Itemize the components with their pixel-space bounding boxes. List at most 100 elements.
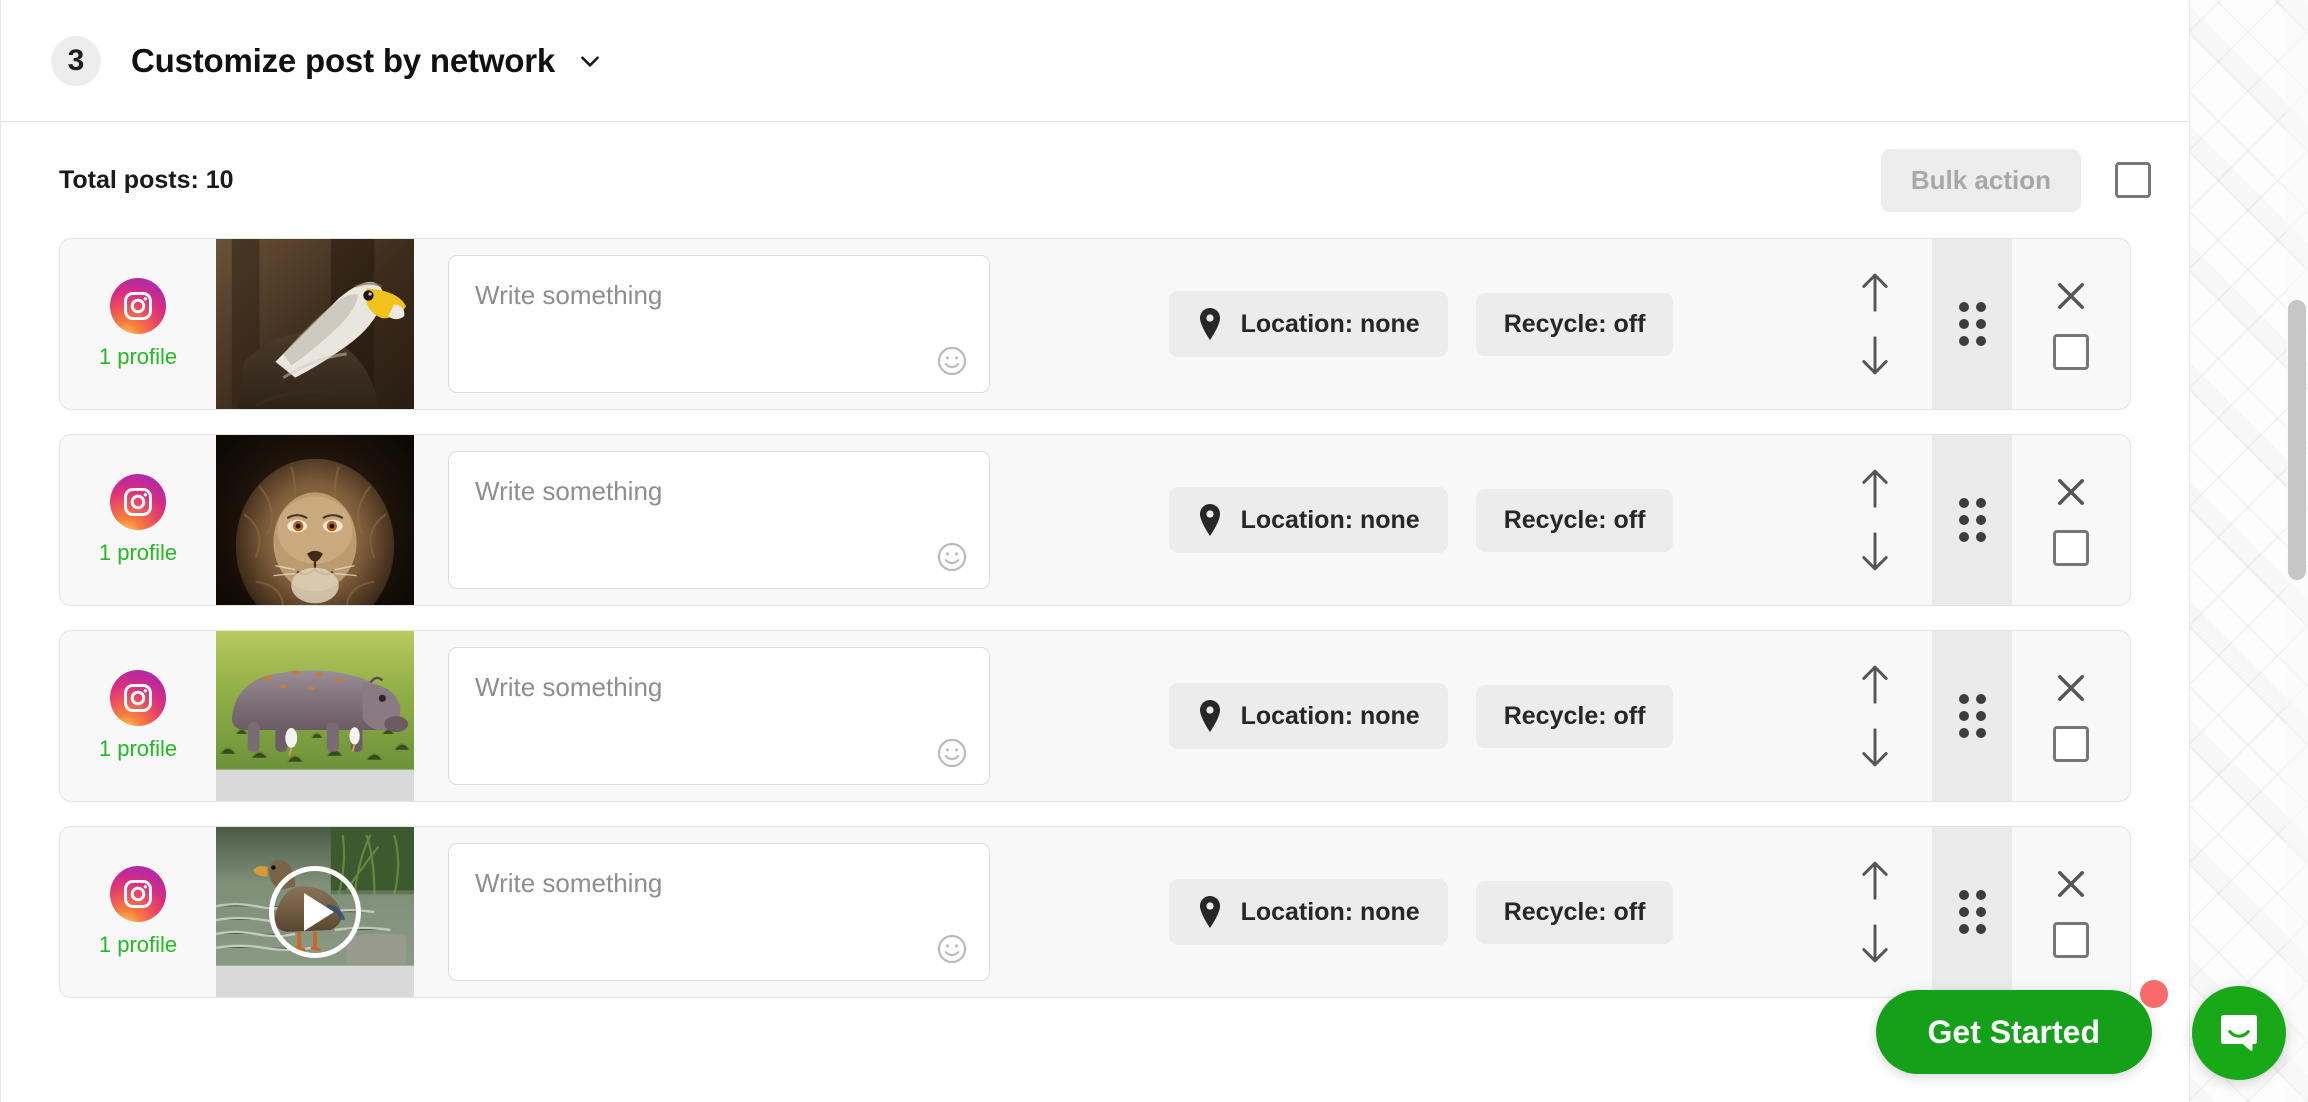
media-thumbnail[interactable]	[216, 827, 414, 997]
recycle-button[interactable]: Recycle: off	[1475, 880, 1674, 944]
recycle-button[interactable]: Recycle: off	[1475, 684, 1674, 748]
recycle-label: Recycle: off	[1503, 701, 1646, 730]
row-select-checkbox[interactable]	[2053, 530, 2089, 566]
get-started-button[interactable]: Get Started	[1875, 990, 2152, 1074]
arrow-up-icon[interactable]	[1858, 859, 1892, 901]
intercom-chat-icon	[2221, 1015, 2257, 1051]
recycle-label: Recycle: off	[1503, 897, 1646, 926]
profile-count-label: 1 profile	[98, 344, 178, 369]
caption-placeholder: Write something	[475, 280, 663, 310]
table-row: 1 profile Write something Location: none…	[59, 238, 2131, 410]
map-pin-icon	[1197, 700, 1223, 732]
row-select-checkbox[interactable]	[2053, 922, 2089, 958]
close-x-icon[interactable]	[2053, 670, 2089, 706]
reorder-arrows	[1818, 435, 1932, 605]
arrow-down-icon[interactable]	[1858, 531, 1892, 573]
caption-placeholder: Write something	[475, 476, 663, 506]
recycle-button[interactable]: Recycle: off	[1475, 292, 1674, 356]
drag-handle-dots-icon[interactable]	[1932, 239, 2012, 409]
caption-input[interactable]: Write something	[448, 451, 990, 589]
recycle-label: Recycle: off	[1503, 505, 1646, 534]
profile-count-label: 1 profile	[98, 736, 178, 761]
table-row: 1 profile Write something Location: none…	[59, 826, 2131, 998]
emoji-smiley-icon[interactable]	[935, 540, 969, 574]
map-pin-icon	[1197, 504, 1223, 536]
location-button[interactable]: Location: none	[1168, 879, 1448, 945]
close-x-icon[interactable]	[2053, 278, 2089, 314]
network-cell: 1 profile	[60, 239, 216, 409]
location-label: Location: none	[1240, 309, 1420, 338]
table-row: 1 profile Write something Location: none…	[59, 434, 2131, 606]
page-scrollbar-track[interactable]	[2286, 0, 2308, 1102]
total-posts-count: Total posts: 10	[59, 165, 234, 194]
location-label: Location: none	[1240, 701, 1420, 730]
caption-placeholder: Write something	[475, 868, 663, 898]
play-button-icon[interactable]	[269, 866, 361, 958]
instagram-icon	[110, 670, 166, 726]
row-actions	[2012, 435, 2130, 605]
post-options: Location: none Recycle: off	[1024, 827, 1818, 997]
media-thumbnail[interactable]	[216, 631, 414, 801]
media-thumbnail[interactable]	[216, 239, 414, 409]
posts-toolbar: Total posts: 10 Bulk action	[1, 122, 2189, 238]
location-label: Location: none	[1240, 505, 1420, 534]
caption-cell: Write something	[414, 239, 1024, 409]
table-row: 1 profile Write something Location: none…	[59, 630, 2131, 802]
post-list: 1 profile Write something Location: none…	[1, 238, 2189, 998]
bulk-action-button[interactable]: Bulk action	[1880, 148, 2081, 212]
intercom-chat-launcher[interactable]	[2192, 986, 2286, 1080]
emoji-smiley-icon[interactable]	[935, 736, 969, 770]
network-cell: 1 profile	[60, 631, 216, 801]
arrow-up-icon[interactable]	[1858, 271, 1892, 313]
post-options: Location: none Recycle: off	[1024, 631, 1818, 801]
arrow-up-icon[interactable]	[1858, 467, 1892, 509]
instagram-icon	[110, 866, 166, 922]
location-button[interactable]: Location: none	[1168, 291, 1448, 357]
caption-cell: Write something	[414, 435, 1024, 605]
close-x-icon[interactable]	[2053, 474, 2089, 510]
arrow-up-icon[interactable]	[1858, 663, 1892, 705]
row-actions	[2012, 631, 2130, 801]
arrow-down-icon[interactable]	[1858, 727, 1892, 769]
caption-input[interactable]: Write something	[448, 255, 990, 393]
recycle-button[interactable]: Recycle: off	[1475, 488, 1674, 552]
arrow-down-icon[interactable]	[1858, 923, 1892, 965]
drag-handle-dots-icon[interactable]	[1932, 631, 2012, 801]
instagram-icon	[110, 474, 166, 530]
reorder-arrows	[1818, 239, 1932, 409]
select-all-checkbox[interactable]	[2115, 162, 2151, 198]
reorder-arrows	[1818, 631, 1932, 801]
reorder-arrows	[1818, 827, 1932, 997]
profile-count-label: 1 profile	[98, 540, 178, 565]
network-cell: 1 profile	[60, 827, 216, 997]
profile-count-label: 1 profile	[98, 932, 178, 957]
page-root: 3 Customize post by network Total posts:…	[0, 0, 2308, 1102]
map-pin-icon	[1197, 896, 1223, 928]
location-button[interactable]: Location: none	[1168, 487, 1448, 553]
close-x-icon[interactable]	[2053, 866, 2089, 902]
caption-input[interactable]: Write something	[448, 843, 990, 981]
emoji-smiley-icon[interactable]	[935, 344, 969, 378]
drag-handle-dots-icon[interactable]	[1932, 827, 2012, 997]
drag-handle-dots-icon[interactable]	[1932, 435, 2012, 605]
instagram-icon	[110, 278, 166, 334]
location-button[interactable]: Location: none	[1168, 683, 1448, 749]
post-options: Location: none Recycle: off	[1024, 435, 1818, 605]
media-thumbnail[interactable]	[216, 435, 414, 605]
post-options: Location: none Recycle: off	[1024, 239, 1818, 409]
arrow-down-icon[interactable]	[1858, 335, 1892, 377]
caption-placeholder: Write something	[475, 672, 663, 702]
page-scrollbar-thumb[interactable]	[2288, 300, 2306, 580]
step-number-badge: 3	[51, 35, 101, 86]
chevron-down-icon[interactable]	[577, 48, 603, 74]
caption-cell: Write something	[414, 827, 1024, 997]
recycle-label: Recycle: off	[1503, 309, 1646, 338]
emoji-smiley-icon[interactable]	[935, 932, 969, 966]
page-title: Customize post by network	[131, 41, 556, 79]
caption-cell: Write something	[414, 631, 1024, 801]
row-select-checkbox[interactable]	[2053, 334, 2089, 370]
row-actions	[2012, 827, 2130, 997]
section-header: 3 Customize post by network	[1, 0, 2189, 122]
row-select-checkbox[interactable]	[2053, 726, 2089, 762]
caption-input[interactable]: Write something	[448, 647, 990, 785]
